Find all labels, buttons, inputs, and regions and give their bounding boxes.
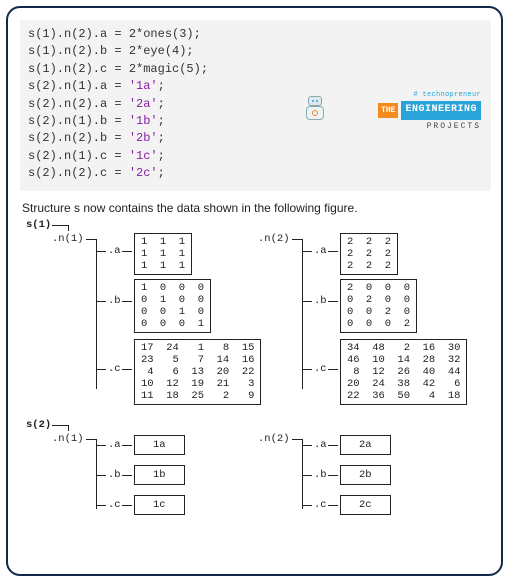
logo-tagline: # technopreneur: [331, 90, 481, 100]
label-s2-n1: .n(1): [52, 433, 84, 445]
matrix-s1n1c: 17 24 1 8 15 23 5 7 14 16 4 6 13 20 22 1…: [134, 339, 261, 405]
label-b: .b: [314, 295, 327, 307]
label-s1-n2: .n(2): [258, 233, 290, 245]
page-container: s(1).n(2).a = 2*ones(3); s(1).n(2).b = 2…: [6, 6, 503, 576]
label-c: .c: [108, 363, 121, 375]
code-line: s(1).n(2).c = 2*magic(5);: [28, 61, 483, 78]
matrix-s1n2b: 2 0 0 0 0 2 0 0 0 0 2 0 0 0 0 2: [340, 279, 417, 333]
label-b: .b: [314, 469, 327, 481]
val-s2n2c: 2c: [340, 495, 391, 515]
structure-diagram: s(1) .n(1) .a .b .c 1 1 1 1 1 1 1 1 1 1 …: [20, 219, 491, 559]
label-s2-n2: .n(2): [258, 433, 290, 445]
brand-logo: # technopreneur THE ENGINEERING PROJECTS: [331, 90, 481, 132]
val-s2n1a: 1a: [134, 435, 185, 455]
matrix-s1n1b: 1 0 0 0 0 1 0 0 0 0 1 0 0 0 0 1: [134, 279, 211, 333]
code-line: s(2).n(1).c = '1c';: [28, 148, 483, 165]
code-line: s(2).n(2).b = '2b';: [28, 130, 483, 147]
label-s2: s(2): [26, 419, 51, 431]
caption-text: Structure s now contains the data shown …: [22, 201, 491, 215]
label-c: .c: [108, 499, 121, 511]
logo-projects: PROJECTS: [331, 121, 481, 133]
val-s2n2a: 2a: [340, 435, 391, 455]
label-c: .c: [314, 363, 327, 375]
code-block: s(1).n(2).a = 2*ones(3); s(1).n(2).b = 2…: [20, 20, 491, 191]
matrix-s1n2c: 34 48 2 16 30 46 10 14 28 32 8 12 26 40 …: [340, 339, 467, 405]
code-line: s(2).n(2).c = '2c';: [28, 165, 483, 182]
label-a: .a: [314, 439, 327, 451]
robot-icon: [303, 96, 327, 124]
label-b: .b: [108, 469, 121, 481]
label-s1: s(1): [26, 219, 51, 231]
label-a: .a: [108, 245, 121, 257]
code-line: s(1).n(2).b = 2*eye(4);: [28, 43, 483, 60]
logo-engineering: ENGINEERING: [401, 101, 481, 120]
matrix-s1n1a: 1 1 1 1 1 1 1 1 1: [134, 233, 192, 275]
label-a: .a: [314, 245, 327, 257]
val-s2n1b: 1b: [134, 465, 185, 485]
code-line: s(1).n(2).a = 2*ones(3);: [28, 26, 483, 43]
logo-the: THE: [378, 103, 398, 119]
val-s2n2b: 2b: [340, 465, 391, 485]
label-a: .a: [108, 439, 121, 451]
val-s2n1c: 1c: [134, 495, 185, 515]
label-b: .b: [108, 295, 121, 307]
label-s1-n1: .n(1): [52, 233, 84, 245]
matrix-s1n2a: 2 2 2 2 2 2 2 2 2: [340, 233, 398, 275]
label-c: .c: [314, 499, 327, 511]
